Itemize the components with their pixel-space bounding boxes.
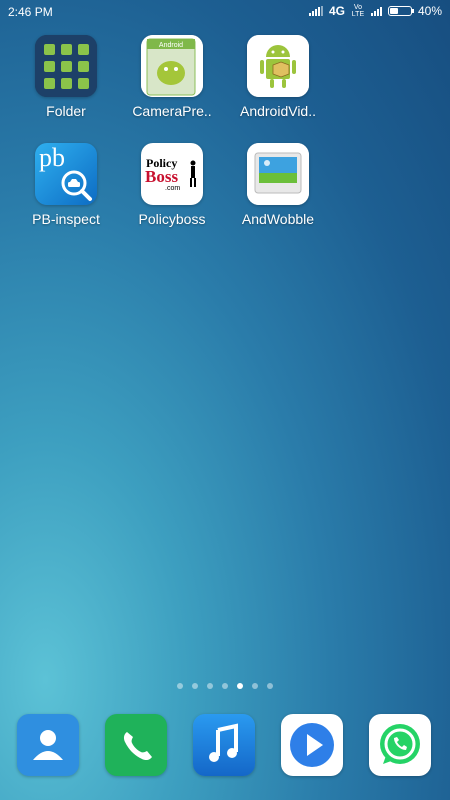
network-type: 4G <box>328 4 345 18</box>
page-dot[interactable] <box>222 683 228 689</box>
music-icon[interactable] <box>193 714 255 776</box>
status-bar: 2:46 PM 4G Vo LTE 40% <box>0 0 450 24</box>
app-pb-inspect[interactable]: pb PB-inspect <box>21 143 111 227</box>
app-policyboss[interactable]: Policy Boss .com Policyboss <box>127 143 217 227</box>
battery-icon <box>387 6 414 16</box>
app-label: AndroidVid.. <box>239 103 316 119</box>
battery-percent: 40% <box>417 4 442 18</box>
contacts-icon[interactable] <box>17 714 79 776</box>
page-dot[interactable] <box>207 683 213 689</box>
signal-icon-2 <box>370 6 382 16</box>
app-label: PB-inspect <box>32 211 100 227</box>
status-time: 2:46 PM <box>8 5 53 19</box>
app-label: Policyboss <box>138 211 206 227</box>
app-andwobble[interactable]: AndWobble <box>233 143 323 227</box>
whatsapp-icon[interactable] <box>369 714 431 776</box>
page-dot[interactable] <box>237 683 243 689</box>
status-icons: 4G Vo LTE 40% <box>308 4 442 18</box>
page-dot[interactable] <box>252 683 258 689</box>
svg-text:Android: Android <box>159 42 183 49</box>
play-icon[interactable] <box>281 714 343 776</box>
android-box-icon <box>247 35 309 97</box>
app-label: Folder <box>46 103 86 119</box>
page-dot[interactable] <box>267 683 273 689</box>
android-camera-icon: Android <box>141 35 203 97</box>
volte-indicator: Vo LTE <box>351 4 365 18</box>
phone-icon[interactable] <box>105 714 167 776</box>
app-androidvid[interactable]: AndroidVid.. <box>233 35 323 119</box>
app-label: AndWobble <box>241 211 315 227</box>
signal-icon <box>308 6 323 16</box>
folder-icon <box>35 35 97 97</box>
page-dot[interactable] <box>177 683 183 689</box>
page-indicator[interactable] <box>0 683 450 689</box>
app-label: CameraPre.. <box>132 103 212 119</box>
dock <box>0 714 450 778</box>
pb-search-car-icon: pb <box>35 143 97 205</box>
page-dot[interactable] <box>192 683 198 689</box>
policyboss-logo-icon: Policy Boss .com <box>141 143 203 205</box>
app-camerapre[interactable]: Android CameraPre.. <box>127 35 217 119</box>
app-folder[interactable]: Folder <box>21 35 111 119</box>
picture-icon <box>247 143 309 205</box>
